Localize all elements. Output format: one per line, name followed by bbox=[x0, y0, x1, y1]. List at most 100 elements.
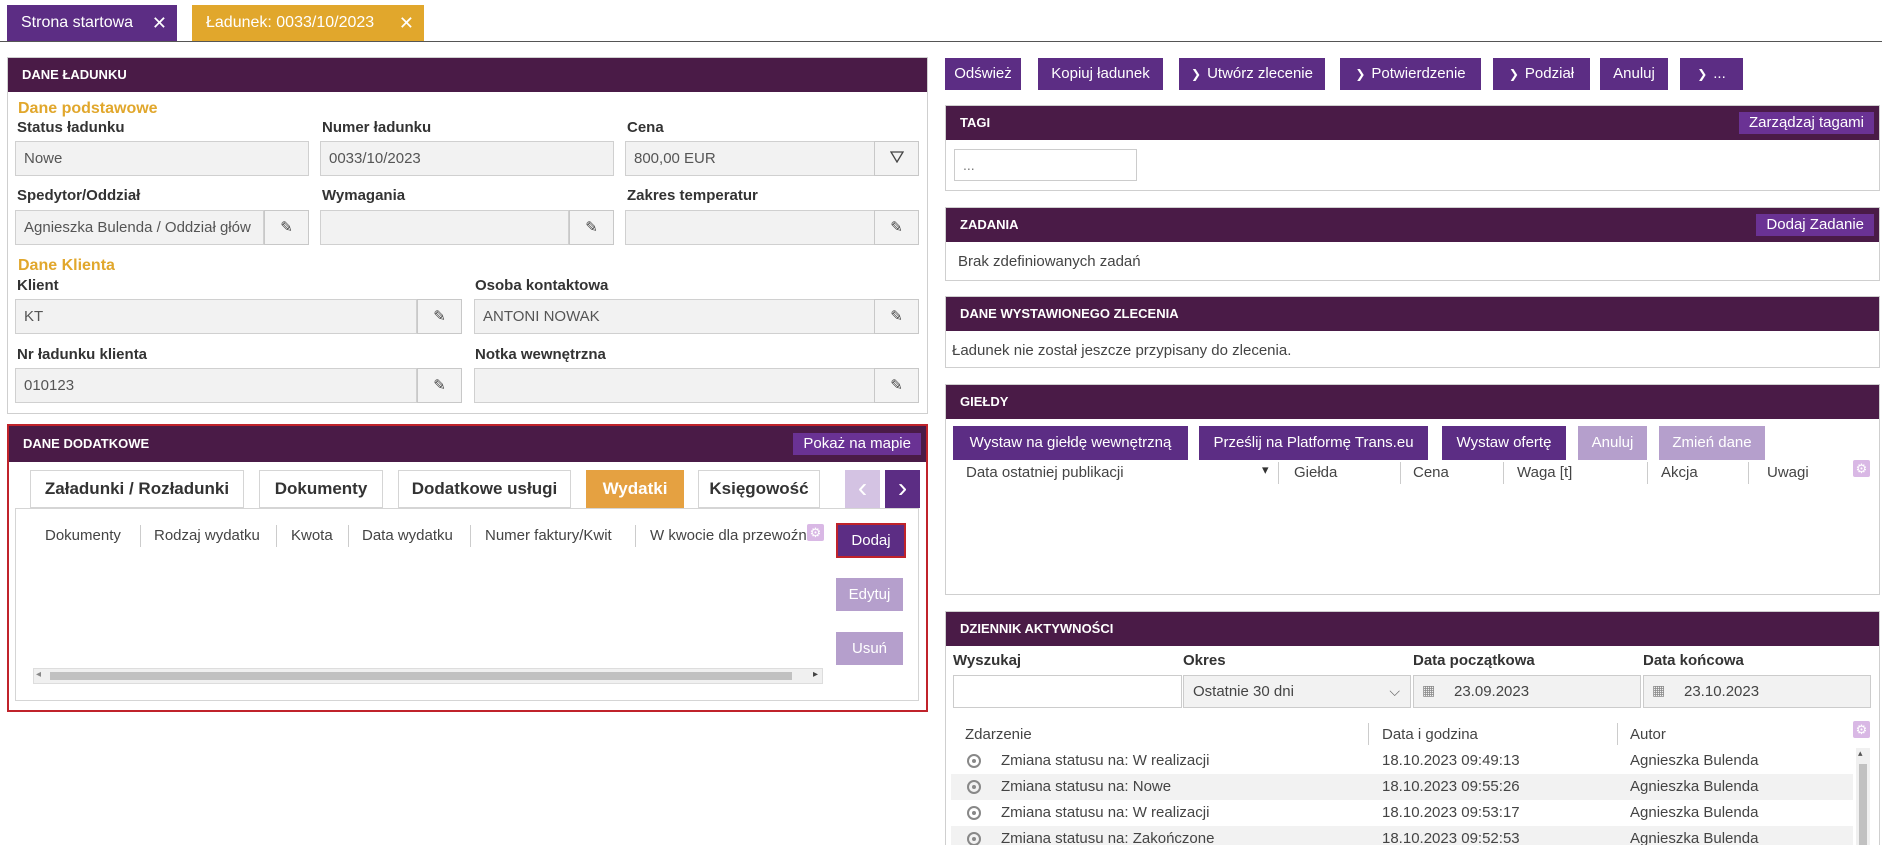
col-amount[interactable]: Kwota bbox=[291, 527, 333, 544]
number-field[interactable]: 0033/10/2023 bbox=[320, 141, 614, 176]
delete-expense-button[interactable]: Usuń bbox=[836, 632, 903, 665]
calendar-icon[interactable]: ▦ bbox=[1652, 682, 1665, 699]
contact-field[interactable]: ANTONI NOWAK bbox=[474, 299, 875, 334]
col-expense-type[interactable]: Rodzaj wydatku bbox=[154, 527, 260, 544]
chevron-down-icon: ❯ bbox=[1508, 67, 1519, 81]
cancel-button[interactable]: Anuluj bbox=[1600, 58, 1668, 90]
tab-start-label: Strona startowa bbox=[21, 14, 134, 31]
scroll-left-arrow[interactable]: ◂ bbox=[36, 669, 41, 680]
forwarder-field[interactable]: Agnieszka Bulenda / Oddział głów bbox=[15, 210, 264, 245]
chevron-down-icon: ❯ bbox=[1355, 67, 1366, 81]
client-field[interactable]: KT bbox=[15, 299, 417, 334]
show-on-map-button[interactable]: Pokaż na mapie bbox=[793, 433, 921, 455]
split-button[interactable]: ❯ Podział bbox=[1493, 58, 1590, 90]
requirements-label: Wymagania bbox=[322, 187, 406, 204]
table-row[interactable]: Zmiana statusu na: W realizacji 18.10.20… bbox=[951, 748, 1853, 774]
end-date-field[interactable]: ▦ 23.10.2023 bbox=[1643, 675, 1871, 708]
exchanges-title: GIEŁDY bbox=[946, 385, 1879, 419]
tab-documents[interactable]: Dokumenty bbox=[259, 470, 383, 508]
edit-icon[interactable]: ✎ bbox=[417, 368, 462, 403]
edit-icon[interactable]: ✎ bbox=[874, 299, 919, 334]
requirements-field[interactable] bbox=[320, 210, 569, 245]
col-author[interactable]: Autor bbox=[1630, 726, 1666, 743]
event-text: Zmiana statusu na: Zakończone bbox=[1001, 830, 1215, 845]
event-text: Zmiana statusu na: Nowe bbox=[1001, 778, 1172, 795]
tab-loadings[interactable]: Załadunki / Rozładunki bbox=[30, 470, 244, 508]
refresh-button[interactable]: Odśwież bbox=[945, 58, 1021, 90]
issued-order-title: DANE WYSTAWIONEGO ZLECENIA bbox=[946, 297, 1879, 331]
table-row[interactable]: Zmiana statusu na: W realizacji 18.10.20… bbox=[951, 800, 1853, 826]
tasks-title: ZADANIA bbox=[946, 208, 1879, 242]
status-field[interactable]: Nowe bbox=[15, 141, 309, 176]
gear-icon[interactable]: ⚙ bbox=[1853, 460, 1870, 477]
end-date-value: 23.10.2023 bbox=[1684, 683, 1760, 700]
event-author: Agnieszka Bulenda bbox=[1630, 778, 1759, 795]
tab-expenses[interactable]: Wydatki bbox=[586, 470, 684, 508]
col-expense-date[interactable]: Data wydatku bbox=[362, 527, 453, 544]
scrollbar-thumb[interactable] bbox=[1859, 764, 1867, 845]
search-input[interactable] bbox=[953, 675, 1182, 708]
more-button[interactable]: ❯... bbox=[1680, 58, 1743, 90]
col-last-publication[interactable]: Data ostatniej publikacji bbox=[966, 464, 1124, 481]
start-date-field[interactable]: ▦ 23.09.2023 bbox=[1413, 675, 1641, 708]
tasks-empty-text: Brak zdefiniowanych zadań bbox=[958, 253, 1141, 270]
create-order-button[interactable]: ❯ Utwórz zlecenie bbox=[1179, 58, 1325, 90]
tab-load-label: Ładunek: 0033/10/2023 bbox=[206, 14, 375, 31]
edit-expense-button[interactable]: Edytuj bbox=[836, 578, 903, 611]
load-data-title: DANE ŁADUNKU bbox=[8, 58, 927, 92]
edit-icon[interactable]: ✎ bbox=[874, 210, 919, 245]
change-data-button[interactable]: Zmień dane bbox=[1659, 426, 1765, 460]
close-icon[interactable]: ✕ bbox=[152, 5, 167, 41]
edit-icon[interactable]: ✎ bbox=[264, 210, 309, 245]
tags-input[interactable]: ... bbox=[954, 149, 1137, 181]
chevron-down-icon[interactable]: ▾ bbox=[1262, 462, 1269, 478]
period-select[interactable]: Ostatnie 30 dni ⌵ bbox=[1183, 675, 1411, 708]
edit-icon[interactable]: ✎ bbox=[569, 210, 614, 245]
temperature-field[interactable] bbox=[625, 210, 875, 245]
edit-icon[interactable]: ✎ bbox=[417, 299, 462, 334]
col-weight[interactable]: Waga [t] bbox=[1517, 464, 1572, 481]
table-row[interactable]: Zmiana statusu na: Nowe 18.10.2023 09:55… bbox=[951, 774, 1853, 800]
edit-icon[interactable]: ✎ bbox=[874, 368, 919, 403]
add-task-button[interactable]: Dodaj Zadanie bbox=[1756, 214, 1874, 236]
tab-start-page[interactable]: Strona startowa ✕ bbox=[7, 5, 177, 41]
horizontal-scrollbar[interactable]: ◂ ▸ bbox=[33, 668, 823, 684]
col-documents[interactable]: Dokumenty bbox=[45, 527, 121, 544]
number-label: Numer ładunku bbox=[322, 119, 432, 136]
event-date: 18.10.2023 09:53:17 bbox=[1382, 804, 1520, 821]
col-action[interactable]: Akcja bbox=[1661, 464, 1698, 481]
col-remarks[interactable]: Uwagi bbox=[1767, 464, 1809, 481]
tab-additional-services[interactable]: Dodatkowe usługi bbox=[398, 470, 571, 508]
calendar-icon[interactable]: ▦ bbox=[1422, 682, 1435, 699]
price-field[interactable]: 800,00 EUR bbox=[625, 141, 875, 176]
col-event[interactable]: Zdarzenie bbox=[965, 726, 1032, 743]
client-load-number-field[interactable]: 010123 bbox=[15, 368, 417, 403]
post-offer-button[interactable]: Wystaw ofertę bbox=[1442, 426, 1566, 460]
scrollbar-thumb[interactable] bbox=[50, 672, 792, 680]
add-expense-button[interactable]: Dodaj bbox=[836, 523, 906, 558]
copy-load-button[interactable]: Kopiuj ładunek bbox=[1038, 58, 1163, 90]
close-icon[interactable]: ✕ bbox=[399, 5, 414, 41]
vertical-scrollbar[interactable]: ▴ bbox=[1856, 748, 1870, 845]
gear-icon[interactable]: ⚙ bbox=[807, 524, 824, 541]
tabs-prev-button[interactable]: ‹ bbox=[845, 470, 880, 508]
internal-note-field[interactable] bbox=[474, 368, 875, 403]
scroll-up-arrow[interactable]: ▴ bbox=[1858, 748, 1863, 759]
col-invoice-number[interactable]: Numer faktury/Kwit bbox=[485, 527, 612, 544]
col-datetime[interactable]: Data i godzina bbox=[1382, 726, 1478, 743]
col-exchange[interactable]: Giełda bbox=[1294, 464, 1337, 481]
transeu-button[interactable]: Prześlij na Platformę Trans.eu bbox=[1199, 426, 1428, 460]
internal-exchange-button[interactable]: Wystaw na giełdę wewnętrzną bbox=[953, 426, 1188, 460]
table-row[interactable]: Zmiana statusu na: Zakończone 18.10.2023… bbox=[951, 826, 1853, 845]
tabs-next-button[interactable]: › bbox=[885, 470, 920, 508]
col-carrier-amount[interactable]: W kwocie dla przewoźni bbox=[650, 527, 818, 544]
filter-icon[interactable] bbox=[874, 141, 919, 176]
manage-tags-button[interactable]: Zarządzaj tagami bbox=[1738, 112, 1874, 134]
tab-accounting[interactable]: Księgowość bbox=[698, 470, 820, 508]
col-price[interactable]: Cena bbox=[1413, 464, 1449, 481]
gear-icon[interactable]: ⚙ bbox=[1853, 721, 1870, 738]
tab-load[interactable]: Ładunek: 0033/10/2023 ✕ bbox=[192, 5, 424, 41]
scroll-right-arrow[interactable]: ▸ bbox=[813, 669, 818, 680]
exchange-cancel-button[interactable]: Anuluj bbox=[1578, 426, 1647, 460]
confirmation-button[interactable]: ❯ Potwierdzenie bbox=[1340, 58, 1481, 90]
